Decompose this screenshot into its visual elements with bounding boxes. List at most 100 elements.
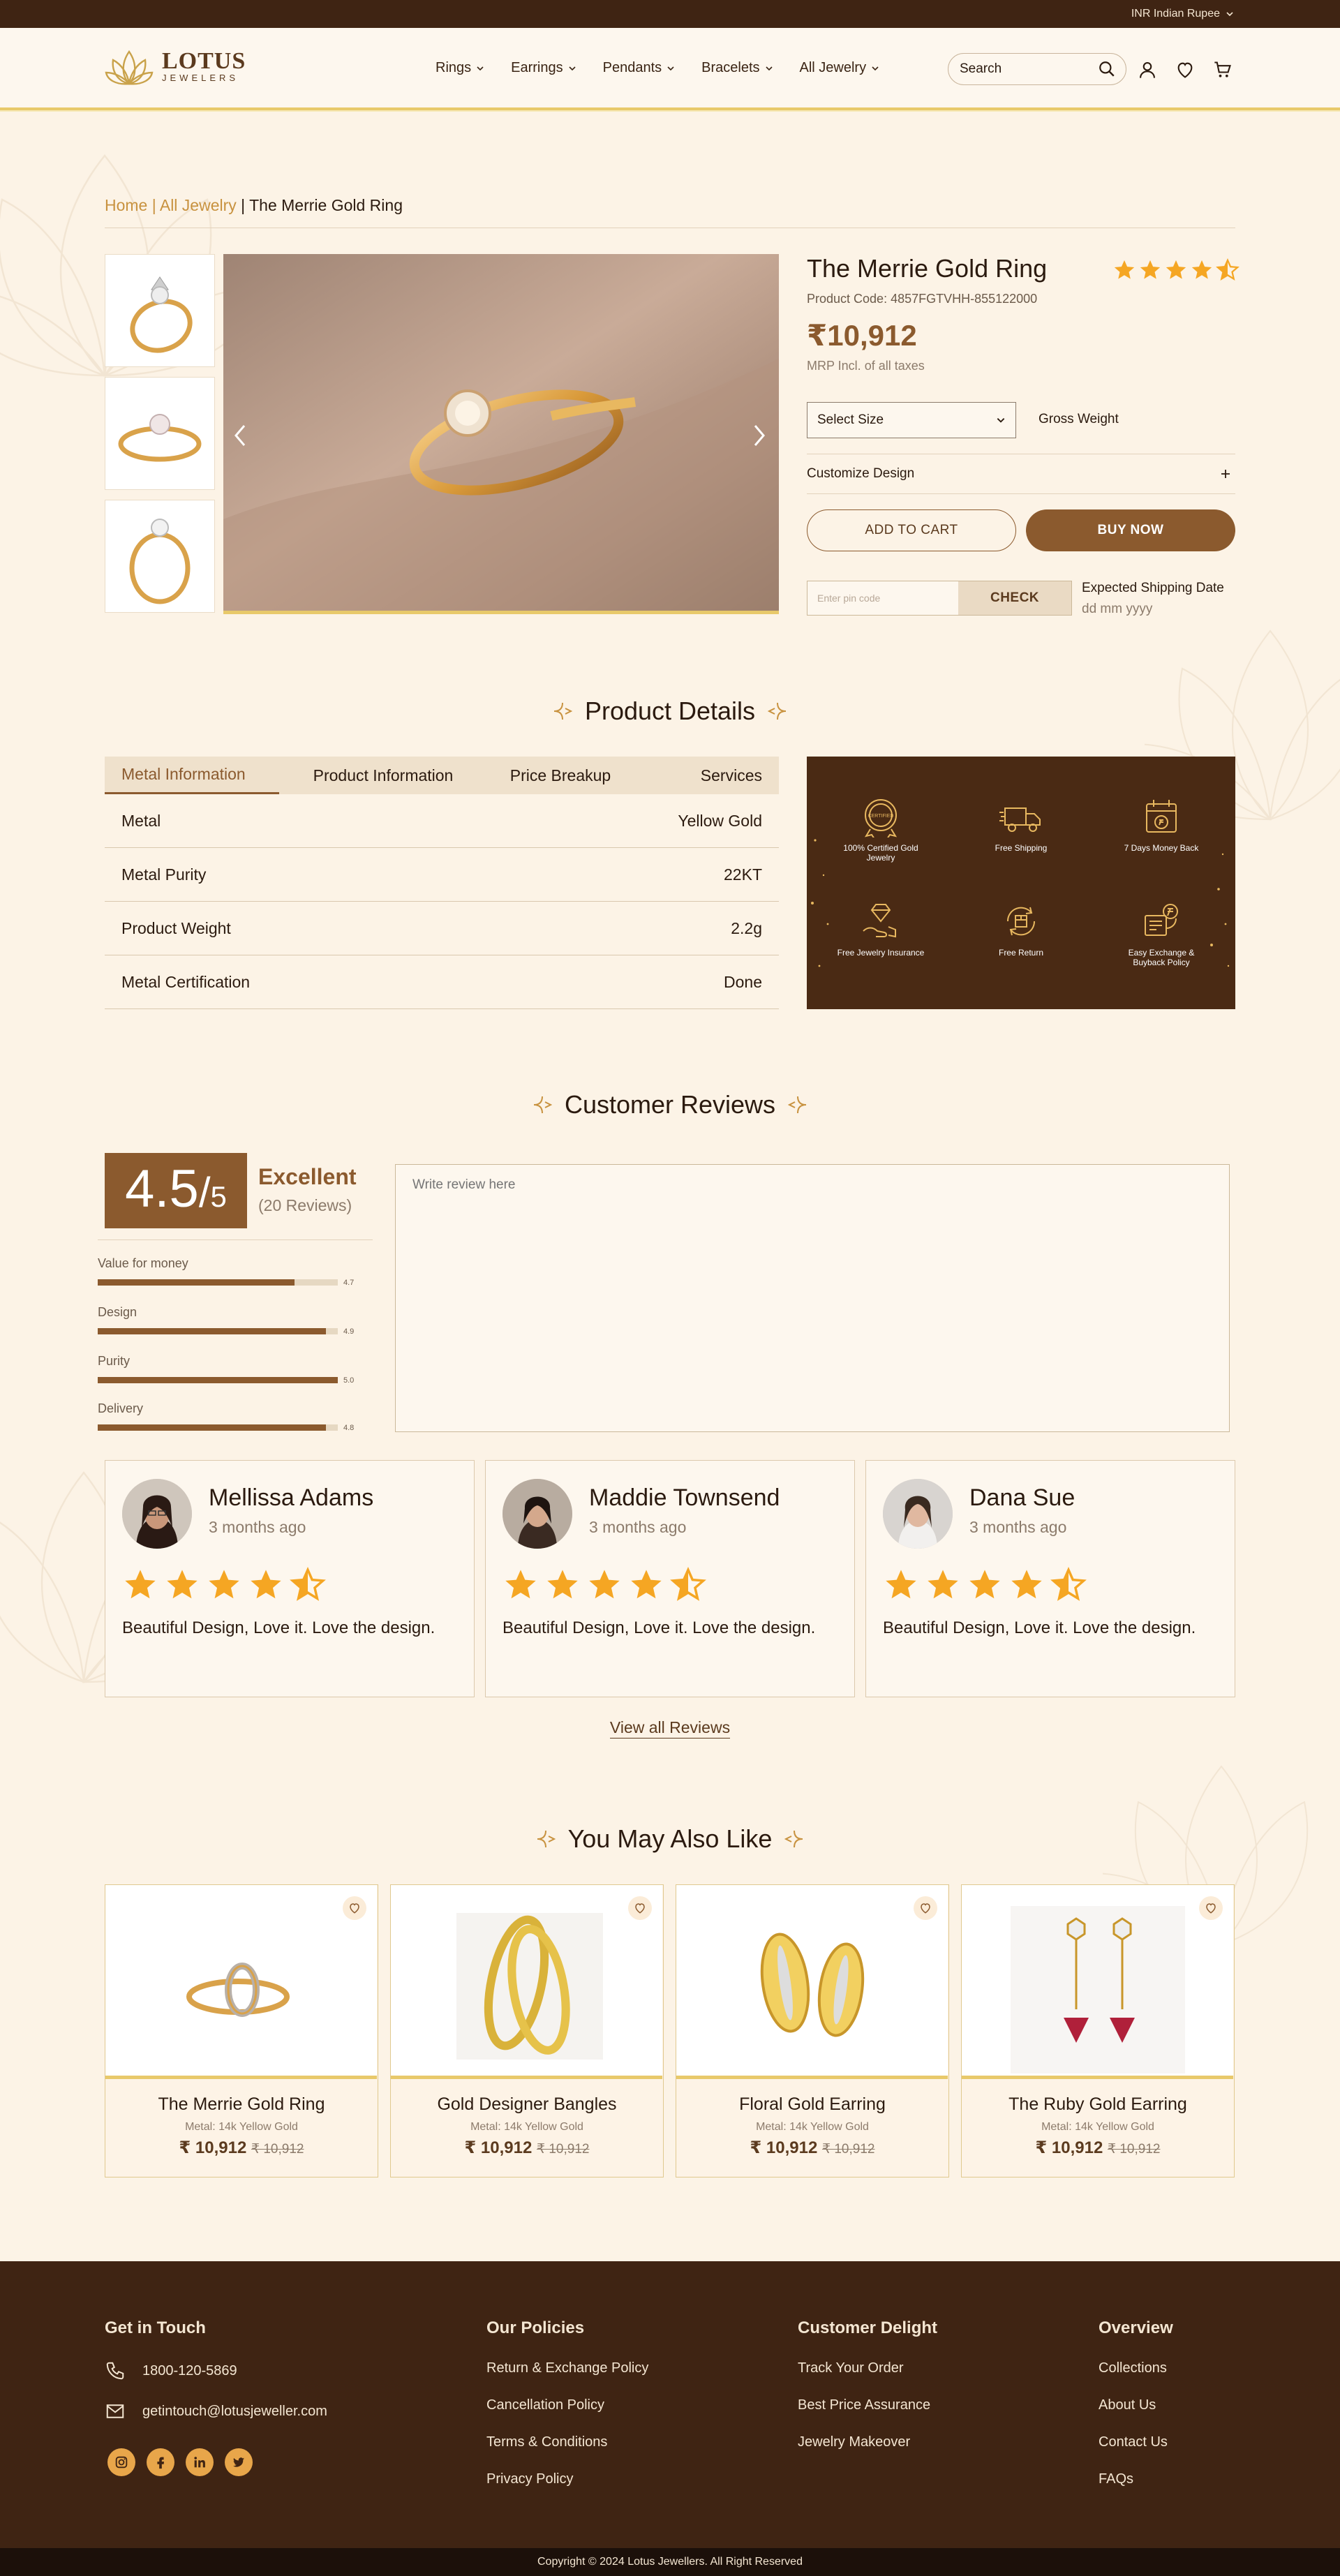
metric-value: 5.0	[343, 1376, 355, 1385]
instagram-icon[interactable]	[107, 2448, 135, 2476]
breadcrumb-home[interactable]: Home	[105, 196, 147, 214]
row-value: Yellow Gold	[678, 811, 762, 830]
heart-icon	[921, 1903, 930, 1914]
metric-fill	[98, 1377, 338, 1384]
product-card[interactable]: The Merrie Gold Ring Metal: 14k Yellow G…	[105, 1884, 378, 2177]
footer-link[interactable]: Track Your Order	[798, 2360, 904, 2376]
breadcrumb-category[interactable]: All Jewelry	[160, 196, 237, 214]
review-card: Maddie Townsend 3 months ago Beautiful D…	[485, 1460, 855, 1697]
footer-link[interactable]: Return & Exchange Policy	[486, 2360, 648, 2376]
heart-icon	[1206, 1903, 1216, 1914]
nav-all-jewelry[interactable]: All Jewelry	[800, 60, 880, 76]
linkedin-icon[interactable]	[186, 2448, 214, 2476]
footer-link[interactable]: Cancellation Policy	[486, 2397, 604, 2413]
metric-label: Design	[98, 1305, 137, 1319]
size-select[interactable]: Select Size	[807, 402, 1016, 438]
reviewer-name: Mellissa Adams	[209, 1484, 374, 1511]
phone-number: 1800-120-5869	[142, 2362, 237, 2378]
twitter-icon[interactable]	[225, 2448, 253, 2476]
old-price: ₹ 10,912	[821, 2142, 875, 2157]
product-card[interactable]: Gold Designer Bangles Metal: 14k Yellow …	[390, 1884, 664, 2177]
add-to-cart-button[interactable]: ADD TO CART	[807, 509, 1016, 551]
wishlist-button[interactable]	[628, 1896, 652, 1920]
footer-heading: Our Policies	[486, 2318, 585, 2337]
check-button[interactable]: CHECK	[958, 581, 1071, 615]
wishlist-button[interactable]	[1199, 1896, 1223, 1920]
product-card[interactable]: Floral Gold Earring Metal: 14k Yellow Go…	[676, 1884, 949, 2177]
old-price: ₹ 10,912	[251, 2142, 304, 2157]
footer-link[interactable]: About Us	[1099, 2397, 1156, 2413]
view-all-reviews-link[interactable]: View all Reviews	[609, 1718, 731, 1739]
star-icon	[886, 1570, 916, 1599]
footer-link[interactable]: Best Price Assurance	[798, 2397, 930, 2413]
customize-label: Customize Design	[807, 466, 915, 481]
review-card: Dana Sue 3 months ago Beautiful Design, …	[865, 1460, 1235, 1697]
nav-label: Rings	[436, 60, 472, 75]
review-time: 3 months ago	[969, 1518, 1067, 1536]
footer-link[interactable]: Contact Us	[1099, 2434, 1168, 2450]
user-icon[interactable]	[1138, 60, 1157, 80]
sparkles-decoration	[811, 839, 1230, 967]
tab-metal-information[interactable]: Metal Information	[105, 757, 279, 794]
nav-pendants[interactable]: Pendants	[603, 60, 676, 76]
footer-link[interactable]: Jewelry Makeover	[798, 2434, 910, 2450]
metric-label: Value for money	[98, 1256, 188, 1270]
product-card[interactable]: The Ruby Gold Earring Metal: 14k Yellow …	[961, 1884, 1235, 2177]
chevron-down-icon[interactable]	[1226, 10, 1234, 18]
thumbnail-2[interactable]	[105, 377, 215, 490]
star-icon	[209, 1570, 239, 1599]
site-header: LOTUS JEWELERS Rings Earrings Pendants B…	[0, 28, 1340, 110]
customize-design-toggle[interactable]: Customize Design	[807, 454, 1235, 494]
heart-icon[interactable]	[1175, 60, 1195, 80]
lotus-logo-icon	[105, 50, 154, 85]
footer-email[interactable]: getintouch@lotusjeweller.com	[105, 2401, 327, 2422]
brand-logo[interactable]: LOTUS JEWELERS	[105, 47, 246, 87]
buy-now-button[interactable]: BUY NOW	[1026, 509, 1235, 551]
calendar-money-icon	[1146, 800, 1177, 833]
pincode-input[interactable]	[807, 581, 958, 615]
plus-icon	[1221, 470, 1230, 478]
avatar	[122, 1479, 192, 1549]
wishlist-button[interactable]	[343, 1896, 366, 1920]
review-text: Beautiful Design, Love it. Love the desi…	[122, 1618, 436, 1637]
sparkle-left-icon	[553, 702, 572, 720]
breadcrumb-separator: |	[147, 196, 160, 214]
wishlist-button[interactable]	[914, 1896, 937, 1920]
old-price: ₹ 10,912	[1107, 2142, 1161, 2157]
nav-rings[interactable]: Rings	[436, 60, 484, 76]
current-price: ₹ 10,912	[750, 2138, 818, 2157]
chevron-left-icon[interactable]	[230, 422, 251, 449]
footer-link[interactable]: Terms & Conditions	[486, 2434, 607, 2450]
metric-bar	[98, 1328, 338, 1335]
review-stars	[883, 1567, 1087, 1603]
shipping-title: Expected Shipping Date	[1082, 581, 1224, 595]
thumbnail-1[interactable]	[105, 254, 215, 367]
tab-services[interactable]: Services	[634, 757, 779, 794]
cart-icon[interactable]	[1213, 60, 1233, 80]
product-price: ₹ 10,912 ₹ 10,912	[962, 2138, 1234, 2158]
star-icon	[1166, 260, 1186, 279]
service-label: Easy Exchange & Buyback Policy	[1128, 948, 1195, 967]
write-review-textarea[interactable]	[395, 1164, 1230, 1432]
star-icon	[631, 1570, 662, 1599]
footer-link[interactable]: Privacy Policy	[486, 2471, 573, 2487]
footer-link[interactable]: FAQs	[1099, 2471, 1133, 2487]
facebook-icon[interactable]	[147, 2448, 174, 2476]
tab-price-breakup[interactable]: Price Breakup	[487, 757, 634, 794]
product-name: The Merrie Gold Ring	[158, 2094, 325, 2114]
currency-selector[interactable]: INR Indian Rupee	[1131, 8, 1220, 20]
tab-product-information[interactable]: Product Information	[279, 757, 487, 794]
phone-icon	[106, 2362, 124, 2380]
product-metal: Metal: 14k Yellow Gold	[185, 2121, 298, 2133]
nav-bracelets[interactable]: Bracelets	[701, 60, 773, 76]
main-nav: Rings Earrings Pendants Bracelets All Je…	[436, 60, 879, 76]
nav-earrings[interactable]: Earrings	[511, 60, 576, 76]
product-image	[962, 1885, 1233, 2079]
search-input[interactable]	[960, 61, 1085, 77]
thumbnail-3[interactable]	[105, 500, 215, 613]
footer-link[interactable]: Collections	[1099, 2360, 1167, 2376]
star-icon	[1140, 260, 1161, 279]
footer-phone[interactable]: 1800-120-5869	[105, 2360, 237, 2381]
search-icon[interactable]	[1098, 60, 1116, 78]
chevron-right-icon[interactable]	[748, 422, 769, 449]
